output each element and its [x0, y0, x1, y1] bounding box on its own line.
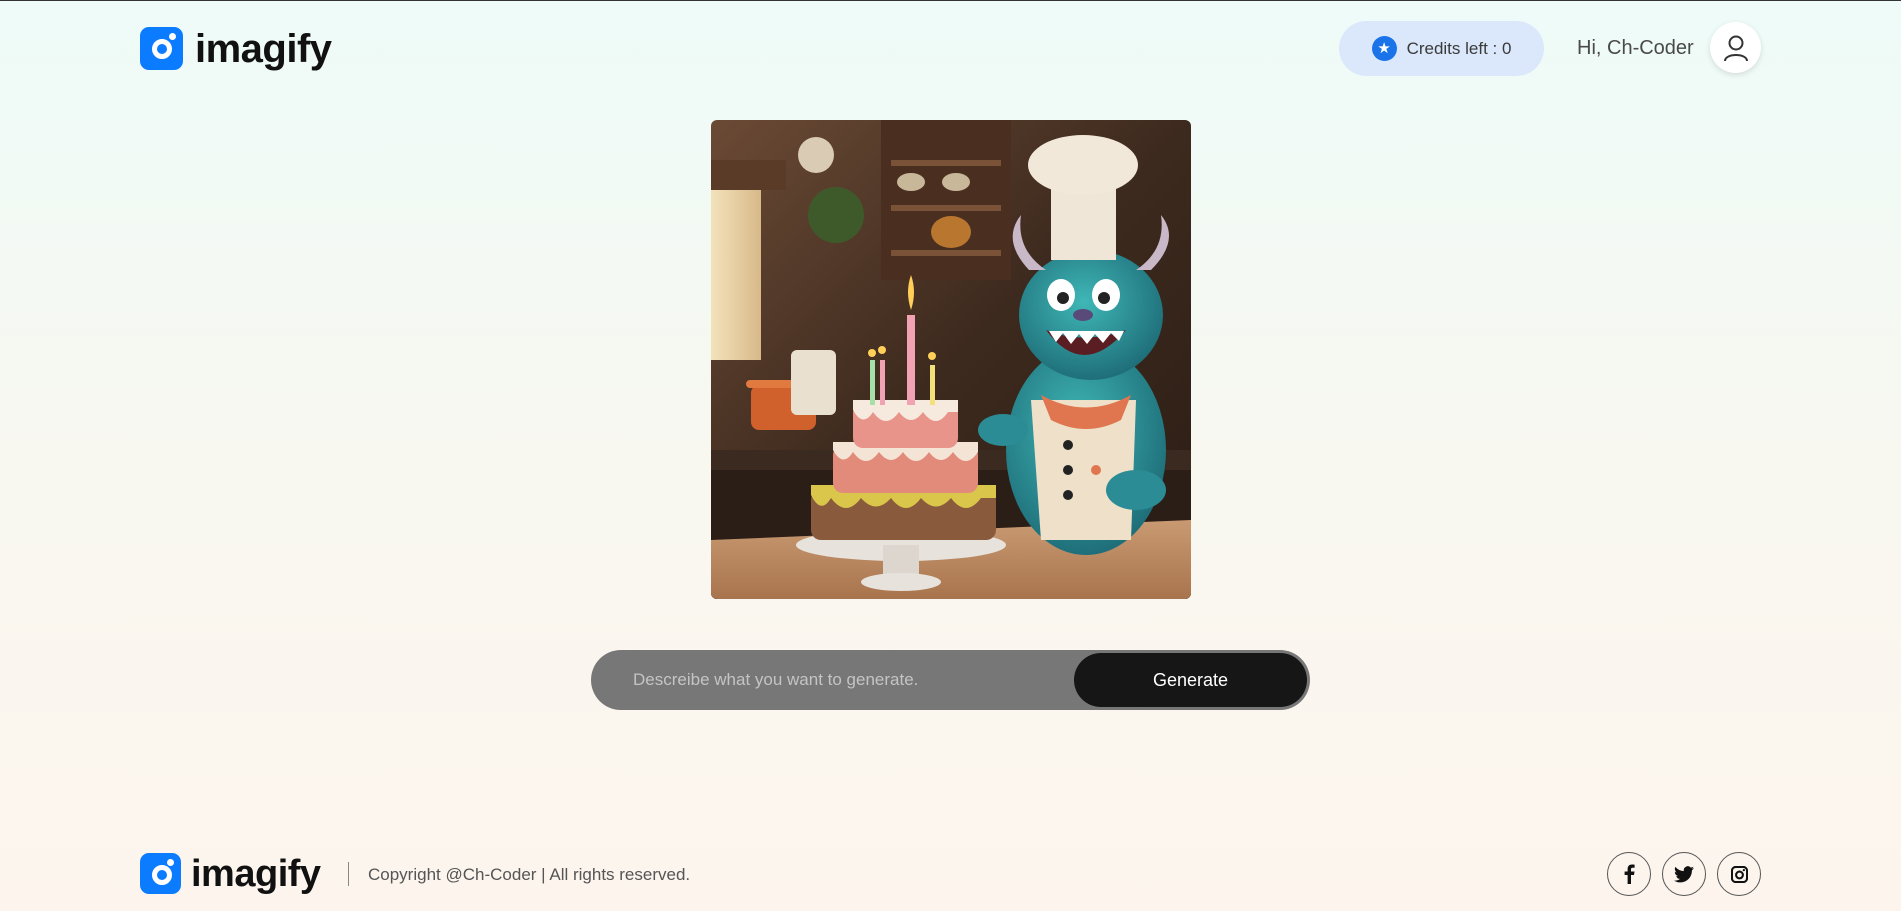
prompt-bar: Generate [591, 650, 1310, 710]
generated-image [711, 120, 1191, 599]
brand-name: imagify [195, 26, 332, 71]
credits-button[interactable]: ★ Credits left : 0 [1339, 21, 1544, 76]
site-footer: imagify Copyright @Ch-Coder | All rights… [140, 852, 1761, 896]
star-icon: ★ [1371, 36, 1397, 61]
credits-label: Credits left : 0 [1406, 38, 1512, 58]
generate-button[interactable]: Generate [1074, 653, 1307, 707]
site-header: imagify ★ Credits left : 0 Hi, Ch-Coder [140, 20, 1761, 78]
brand-logo[interactable]: imagify [140, 27, 332, 70]
instagram-link[interactable] [1717, 852, 1761, 896]
twitter-link[interactable] [1662, 852, 1706, 896]
camera-icon [140, 853, 181, 894]
user-icon [1723, 35, 1748, 61]
prompt-input[interactable] [591, 650, 1071, 710]
twitter-icon [1674, 865, 1694, 882]
facebook-icon [1624, 864, 1635, 884]
footer-divider [348, 862, 349, 886]
generated-image-illustration [711, 120, 1191, 599]
facebook-link[interactable] [1607, 852, 1651, 896]
footer-brand-name: imagify [191, 852, 321, 895]
footer-brand-logo[interactable]: imagify [140, 853, 321, 894]
copyright-text: Copyright @Ch-Coder | All rights reserve… [368, 865, 691, 884]
user-avatar[interactable] [1710, 22, 1761, 73]
camera-icon [140, 27, 183, 70]
top-border [0, 0, 1901, 1]
social-links [1607, 852, 1761, 896]
instagram-icon [1730, 865, 1748, 883]
user-greeting: Hi, Ch-Coder [1577, 37, 1694, 59]
